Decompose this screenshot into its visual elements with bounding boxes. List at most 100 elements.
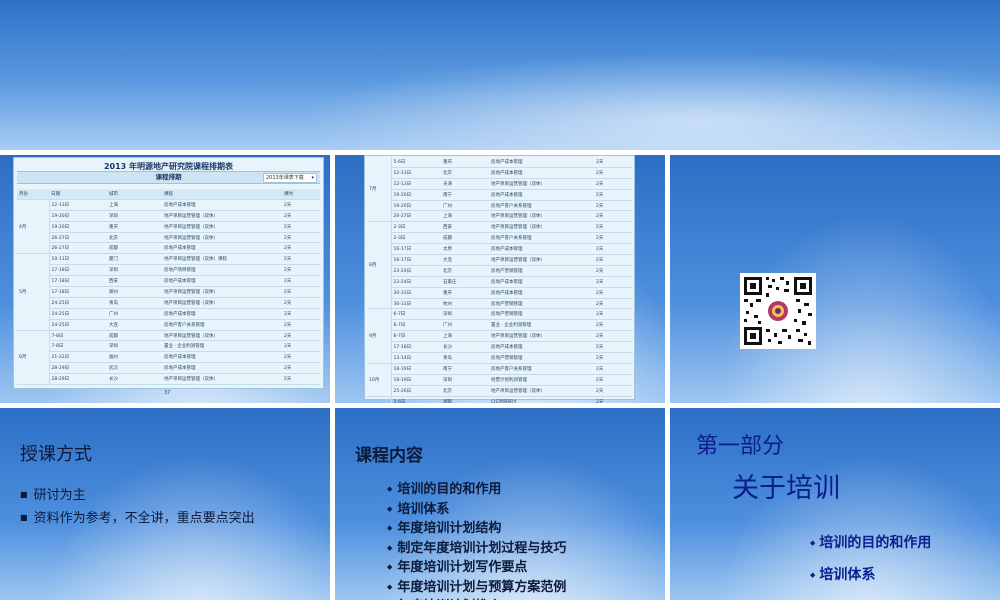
slide-title: 课程内容 (355, 446, 423, 466)
table-row: 19-20日 广州 房地产客户关系管理 2天 (367, 200, 632, 212)
table-row: 10月 18-19日 南宁 房地产客户关系管理 2天 (367, 363, 632, 397)
city-cell: 深圳 (441, 308, 489, 321)
part-label: 第一部分 (696, 434, 785, 459)
duration-cell: 2天 (282, 340, 320, 353)
city-cell: 上海 (441, 330, 489, 343)
diamond-bullet-icon: ◆ (810, 571, 816, 579)
table-row: 13-14日 青岛 房地产营销管理 2天 (367, 352, 632, 364)
column-header: 日期 (49, 189, 107, 200)
city-cell: 福州 (107, 351, 162, 364)
city-cell: 武汉 (107, 362, 162, 375)
table-row: 17-18日 西安 房地产成本管理 2天 (17, 275, 320, 288)
table-row: 17-18日 长沙 房地产成本管理 2天 (367, 341, 632, 354)
course-cell: 房地产成本管理 (162, 351, 282, 364)
table-row: 9月 6-7日 深圳房地产营销管理 2天 (367, 308, 632, 364)
slide-thumbnail-5[interactable]: 课程内容 ◆ 培训的目的和作用 ◆ 培训体系 ◆ 年度培训计划结构 ◆ 制定年度培训计划过程与… (335, 408, 665, 600)
download-dropdown[interactable]: 2013年课表下载 ▾ (263, 173, 317, 183)
list-item: ◆ 年度培训计划结构 (387, 519, 566, 539)
date-cell: 5-6日 (391, 396, 441, 403)
duration-cell: 2天 (594, 232, 632, 245)
date-cell: 30-31日 (391, 298, 441, 310)
table-row: 24-25日 青岛 地产项目运营管理（双休） 2天 (17, 297, 320, 309)
course-cell: 房地产项目管理 (162, 264, 282, 277)
course-cell: 房地产营销管理 (489, 352, 594, 364)
city-cell: 广州 (441, 200, 489, 212)
table-row: 19-20日 南宁 房地产成本管理 2天 (367, 189, 632, 201)
duration-cell: 2天 (282, 253, 320, 266)
duration-cell: 2天 (594, 254, 632, 266)
duration-cell: 2天 (594, 319, 632, 332)
city-cell: 杭州 (441, 298, 489, 310)
month-cell: 11月 (367, 396, 392, 403)
course-cell: 房地产成本管理 (489, 189, 594, 201)
course-cell: 地产项目运营管理（双休） (162, 286, 282, 298)
date-cell: 26-27日 (391, 210, 441, 223)
list-item-label: 培训的目的和作用 (819, 535, 932, 551)
date-cell: 19-20日 (49, 221, 107, 233)
course-cell: 房地产成本管理 (162, 242, 282, 255)
duration-cell: 2天 (282, 275, 320, 288)
course-cell: 地产项目运营管理（双休） (489, 210, 594, 223)
table-row: 24-25日 广州 房地产成本管理 2天 (17, 308, 320, 320)
table-row: 12-13日 北京 房地产成本管理 2天 (367, 167, 632, 179)
qr-code-image (740, 273, 816, 349)
schedule-table-2: 7月 5-6日 重庆 房地产成本管理 2天 12-13日 北京 房地产成本管理 2天 12-13日… (367, 157, 632, 403)
duration-cell: 2天 (282, 210, 320, 222)
list-item: ◆ 制定年度培训计划过程与技巧 (387, 539, 566, 559)
city-cell: 西安 (441, 221, 489, 234)
city-cell: 南宁 (441, 189, 489, 201)
duration-cell: 2天 (282, 232, 320, 244)
course-content-list: ◆ 培训的目的和作用 ◆ 培训体系 ◆ 年度培训计划结构 ◆ 制定年度培训计划过程与技巧 ◆ 年度… (387, 480, 566, 600)
course-cell: 房地产成本管理 (162, 308, 282, 320)
duration-cell: 2天 (282, 362, 320, 375)
table-row: 12-13日 天津 地产项目运营管理（双休） 2天 (367, 178, 632, 190)
date-cell: 18-19日 (391, 374, 441, 386)
city-cell: 北京 (441, 167, 489, 179)
month-cell: 5月 (17, 253, 50, 331)
slide-thumbnail-6[interactable]: 第一部分 关于培训 ◆ 培训的目的和作用 ◆ 培训体系 (670, 408, 1000, 600)
table-row: 28-29日 长沙 地产项目运营管理（双休） 2天 (17, 373, 320, 386)
table-row: 18-19日 深圳 经营计划利润管理 2天 (367, 374, 632, 386)
duration-cell: 2天 (594, 363, 632, 375)
square-bullet-icon: ■ (20, 490, 28, 499)
course-cell: 地产项目运营管理（双休） (489, 330, 594, 343)
duration-cell: 2天 (282, 351, 320, 364)
city-cell: 青岛 (441, 352, 489, 364)
table-row: 2-3日 成都 房地产客户关系管理 2天 (367, 232, 632, 245)
date-cell: 17-18日 (49, 286, 107, 298)
city-cell: 石家庄 (441, 276, 489, 288)
course-cell: 地产项目运营管理（双休） (489, 385, 594, 397)
city-cell: 成都 (107, 330, 162, 342)
month-cell: 9月 (367, 308, 392, 364)
date-cell: 7-8日 (49, 330, 107, 342)
date-cell: 5-6日 (391, 157, 441, 168)
course-cell: 房地产成本管理 (489, 157, 594, 168)
duration-cell: 2天 (594, 167, 632, 179)
duration-cell: 2天 (594, 200, 632, 212)
slide-thumbnail-3[interactable] (670, 155, 1000, 403)
duration-cell: 2天 (594, 287, 632, 299)
course-cell: 房地产成本管理 (162, 362, 282, 375)
qr-code-icon (740, 273, 816, 349)
duration-cell: 2天 (594, 396, 632, 403)
list-item: ■ 资料作为参考，不全讲，重点要点突出 (20, 507, 255, 526)
table-row: 21-22日 福州 房地产成本管理 2天 (17, 351, 320, 364)
course-cell: 地产项目运营管理（双休） (162, 373, 282, 386)
sky-background (0, 0, 1000, 150)
table-row: 26-27日 上海 地产项目运营管理（双休） 2天 (367, 210, 632, 223)
diamond-bullet-icon: ◆ (387, 485, 393, 493)
date-cell: 6-7日 (391, 308, 441, 321)
table-row: 6-7日 上海 地产项目运营管理（双休） 2天 (367, 330, 632, 343)
course-cell: 房地产营销管理 (489, 265, 594, 277)
city-cell: 上海 (441, 210, 489, 223)
city-cell: 太原 (441, 243, 489, 256)
slide-thumbnail-4[interactable]: 授课方式 ■ 研讨为主 ■ 资料作为参考，不全讲，重点要点突出 (0, 408, 330, 600)
city-cell: 深圳 (107, 340, 162, 353)
duration-cell: 2天 (282, 373, 320, 386)
slide-thumbnail-2[interactable]: 7月 5-6日 重庆 房地产成本管理 2天 12-13日 北京 房地产成本管理 2天 12-13日… (335, 155, 665, 403)
slide-thumbnail-1[interactable]: 2013 年明源地产研究院课程排期表 课程排期 2013年课表下载 ▾ 月份 日期城… (0, 155, 330, 403)
list-item-label: 制定年度培训计划过程与技巧 (397, 540, 567, 556)
date-cell: 12-13日 (391, 178, 441, 190)
course-cell: 房地产成本管理 (489, 276, 594, 288)
city-cell: 天津 (441, 178, 489, 190)
